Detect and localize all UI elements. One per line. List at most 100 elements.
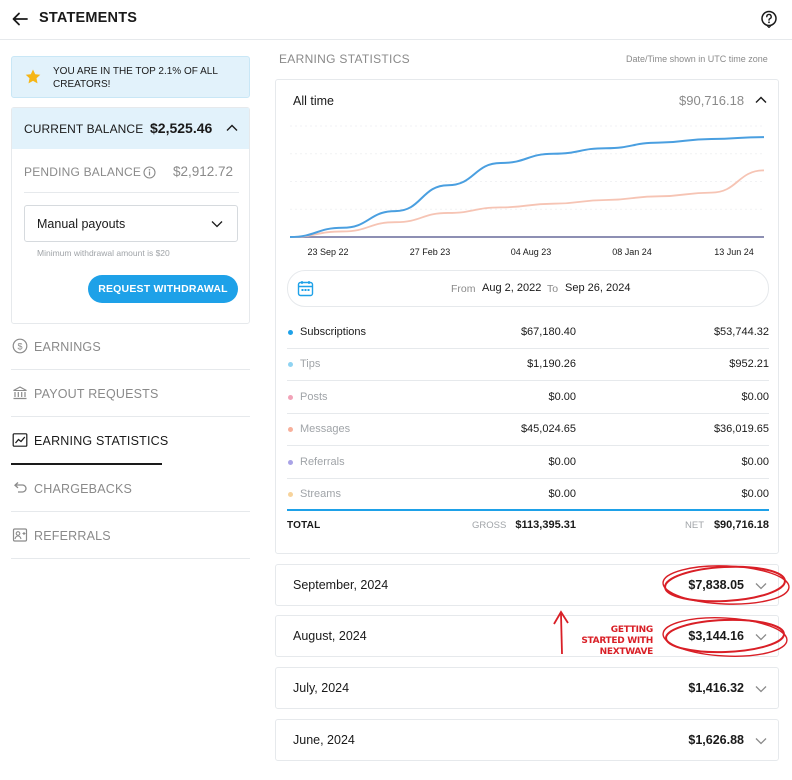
current-balance-header[interactable]: CURRENT BALANCE $2,525.46 [12, 108, 249, 149]
month-row-july-2024[interactable]: July, 2024 $1,416.32 [275, 667, 779, 709]
chart-series-line [289, 169, 765, 238]
series-dot [288, 427, 293, 433]
month-row-june-2024[interactable]: June, 2024 $1,626.88 [275, 719, 779, 761]
earning-statistics-card: All time $90,716.18 23 Sep 22 27 Feb 23 04… [275, 79, 779, 554]
total-label: TOTAL [287, 520, 321, 531]
chart-x-tick: 08 Jan 24 [612, 247, 652, 257]
series-dot [288, 362, 293, 368]
net-label: NET [685, 520, 704, 531]
chart-x-tick: 04 Aug 23 [511, 247, 552, 257]
nav-payout-requests[interactable]: PAYOUT REQUESTS [11, 370, 250, 417]
undo-icon [14, 482, 27, 493]
info-icon[interactable] [143, 166, 156, 179]
nav-referrals[interactable]: REFERRALS [11, 512, 250, 559]
chevron-down-icon [755, 686, 767, 693]
chart-x-tick: 27 Feb 23 [410, 247, 451, 257]
stat-row: Tips $1,190.26 $952.21 [287, 349, 769, 382]
month-value: $1,416.32 [688, 681, 744, 695]
svg-text:$: $ [17, 341, 22, 351]
top-creator-banner: YOU ARE IN THE TOP 2.1% OF ALL CREATORS! [11, 56, 250, 98]
to-label: To [547, 283, 559, 295]
stat-row: Referrals $0.00 $0.00 [287, 447, 769, 479]
series-dot [288, 330, 293, 335]
stat-net: $36,019.65 [713, 423, 769, 436]
stat-net: $0.00 [741, 390, 769, 403]
series-dot [288, 459, 293, 465]
stat-name: Posts [300, 390, 328, 403]
stat-gross: $67,180.40 [520, 326, 576, 338]
chevron-up-icon[interactable] [225, 121, 239, 135]
star-icon [25, 69, 41, 84]
calendar-icon [297, 281, 314, 297]
nav-earnings[interactable]: $ EARNINGS [11, 323, 250, 370]
stat-row: Subscriptions $67,180.40 $53,744.32 [287, 317, 769, 349]
stat-gross: $0.00 [548, 488, 576, 500]
chevron-down-icon [755, 738, 767, 745]
nav-chargebacks[interactable]: CHARGEBACKS [11, 465, 250, 512]
month-label: August, 2024 [293, 629, 367, 643]
balance-card: CURRENT BALANCE $2,525.46 PENDING BALANC… [11, 107, 250, 324]
period-label: All time [293, 94, 334, 108]
annotation-text: GETTING STARTED WITH NEXTWAVE [581, 625, 653, 657]
timezone-note: Date/Time shown in UTC time zone [626, 54, 768, 64]
min-withdrawal-note: Minimum withdrawal amount is $20 [37, 248, 170, 258]
stat-gross: $0.00 [548, 455, 576, 468]
referral-icon [12, 528, 28, 542]
chart-series-line [289, 136, 765, 238]
annotation-overlay [553, 565, 790, 657]
month-label: September, 2024 [293, 578, 389, 592]
gross-label: GROSS [472, 520, 507, 531]
current-balance-value: $2,525.46 [150, 120, 213, 136]
gross-total: $113,395.31 [515, 519, 576, 531]
nav-label: REFERRALS [34, 529, 111, 543]
arrow-left-icon[interactable] [10, 9, 30, 29]
total-row: TOTAL GROSS $113,395.31 NET $90,716.18 [287, 517, 769, 537]
nav-label: PAYOUT REQUESTS [34, 387, 159, 401]
stat-net: $53,744.32 [713, 326, 769, 338]
help-circle-icon[interactable] [760, 10, 778, 28]
current-balance-label: CURRENT BALANCE [24, 122, 144, 136]
month-value: $1,626.88 [688, 733, 744, 747]
net-total: $90,716.18 [713, 519, 769, 531]
page-title: STATEMENTS [39, 10, 138, 26]
divider [24, 192, 239, 193]
stat-net: $0.00 [741, 488, 769, 500]
series-dot [288, 492, 293, 497]
stat-gross: $1,190.26 [527, 358, 576, 371]
stat-net: $952.21 [729, 358, 769, 371]
pending-balance-label: PENDING BALANCE [24, 165, 142, 179]
request-withdrawal-button[interactable]: REQUEST WITHDRAWAL [88, 275, 238, 303]
nav-earning-statistics[interactable]: EARNING STATISTICS [11, 417, 250, 464]
from-date: Aug 2, 2022 [482, 282, 542, 294]
nav-label: EARNINGS [34, 340, 101, 354]
dollar-circle-icon: $ [12, 338, 28, 354]
series-dot [288, 394, 293, 400]
stat-net: $0.00 [741, 455, 769, 468]
section-title: EARNING STATISTICS [279, 52, 410, 66]
stat-row: Posts $0.00 $0.00 [287, 382, 769, 414]
stat-name: Referrals [300, 455, 345, 468]
earnings-line-chart: 23 Sep 22 27 Feb 23 04 Aug 23 08 Jan 24 13 J… [289, 125, 765, 257]
trending-chart-icon [12, 433, 28, 447]
stat-name: Messages [300, 423, 351, 436]
chevron-down-icon [211, 221, 223, 228]
payout-method-select[interactable]: Manual payouts [24, 205, 238, 242]
stat-row: Messages $45,024.65 $36,019.65 [287, 414, 769, 447]
stat-gross: $0.00 [548, 390, 576, 403]
chart-x-tick: 23 Sep 22 [307, 247, 348, 257]
chart-x-tick: 13 Jun 24 [714, 247, 754, 257]
date-range-picker[interactable]: From Aug 2, 2022 To Sep 26, 2024 [287, 270, 769, 307]
stat-name: Streams [300, 488, 341, 500]
top-creator-text: YOU ARE IN THE TOP 2.1% OF ALL CREATORS! [53, 66, 218, 90]
top-bar: STATEMENTS [0, 0, 792, 40]
month-label: July, 2024 [293, 681, 350, 695]
pending-balance-value: $2,912.72 [173, 164, 234, 179]
chevron-up-icon[interactable] [754, 93, 768, 107]
stat-row: Streams $0.00 $0.00 [287, 479, 769, 511]
month-label: June, 2024 [293, 733, 355, 747]
stat-name: Tips [300, 358, 321, 371]
stat-gross: $45,024.65 [520, 423, 576, 436]
period-total: $90,716.18 [679, 93, 745, 108]
nav-label: CHARGEBACKS [34, 482, 133, 496]
stat-name: Subscriptions [300, 326, 367, 338]
